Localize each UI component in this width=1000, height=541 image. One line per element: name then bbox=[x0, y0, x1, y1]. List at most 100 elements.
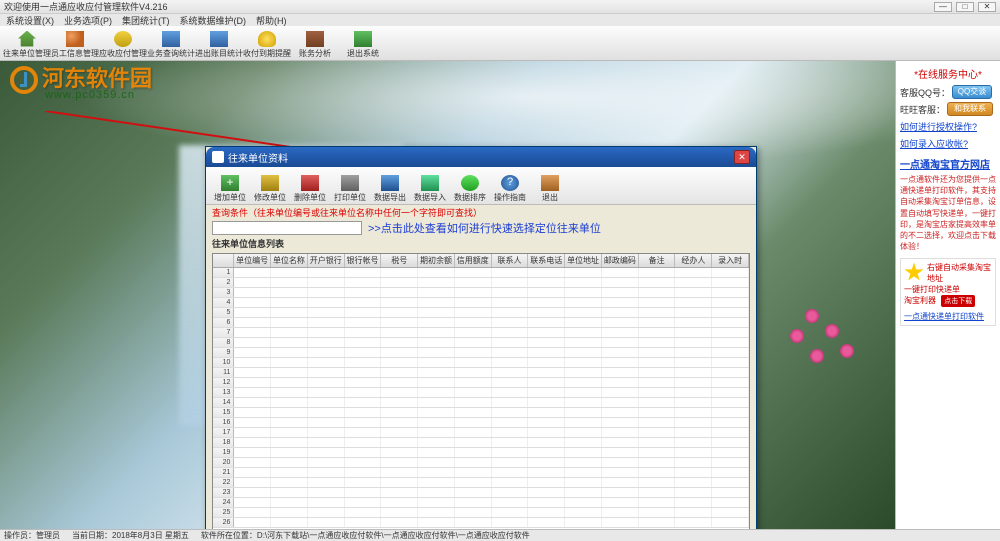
table-row[interactable]: 9 bbox=[213, 348, 749, 358]
service-description: 一点通软件还为您提供一点通快递单打印软件，其支持自动采集淘宝订单信息，设置自动填… bbox=[900, 174, 996, 252]
table-row[interactable]: 20 bbox=[213, 458, 749, 468]
column-header[interactable]: 期初余额 bbox=[418, 254, 455, 267]
dialog-icon bbox=[212, 151, 224, 163]
column-header[interactable]: 联系人 bbox=[492, 254, 529, 267]
help-link-auth[interactable]: 如何进行授权操作? bbox=[900, 120, 996, 133]
dialog-tb-5[interactable]: 数据导入 bbox=[410, 169, 450, 203]
table-row[interactable]: 13 bbox=[213, 388, 749, 398]
dialog-title-bar[interactable]: 往来单位资料 ✕ bbox=[206, 147, 756, 167]
query-condition-label: 查询条件（往来单位编号或往来单位名称中任何一个字符即可查找） bbox=[206, 205, 756, 219]
dialog-title: 往来单位资料 bbox=[228, 150, 734, 165]
table-row[interactable]: 25 bbox=[213, 508, 749, 518]
list-label: 往来单位信息列表 bbox=[206, 237, 756, 251]
column-header[interactable]: 录入时 bbox=[712, 254, 749, 267]
toolbar-4[interactable]: 进出账目统计 bbox=[195, 27, 243, 60]
column-header[interactable]: 单位地址 bbox=[565, 254, 602, 267]
quick-locate-link[interactable]: >>点击此处查看如何进行快速选择定位往来单位 bbox=[368, 220, 601, 236]
title-bar: 欢迎使用一点通应收应付管理软件V4.216 — □ ✕ bbox=[0, 0, 1000, 14]
table-row[interactable]: 24 bbox=[213, 498, 749, 508]
toolbar-icon bbox=[18, 31, 36, 47]
column-header[interactable]: 信用额度 bbox=[455, 254, 492, 267]
toolbar-icon bbox=[210, 31, 228, 47]
minimize-button[interactable]: — bbox=[934, 2, 952, 12]
menu-business[interactable]: 业务选项(P) bbox=[64, 14, 112, 27]
dialog-close-button[interactable]: ✕ bbox=[734, 150, 750, 164]
wangwang-label: 旺旺客服： bbox=[900, 103, 945, 116]
toolbar-2[interactable]: 应收应付管理 bbox=[99, 27, 147, 60]
wangwang-button[interactable]: 和我联系 bbox=[947, 102, 993, 116]
dialog-tb-0[interactable]: 增加单位 bbox=[210, 169, 250, 203]
toolbar-icon bbox=[114, 31, 132, 47]
dialog-tb-2[interactable]: 删除单位 bbox=[290, 169, 330, 203]
table-row[interactable]: 15 bbox=[213, 408, 749, 418]
table-row[interactable]: 23 bbox=[213, 488, 749, 498]
table-row[interactable]: 17 bbox=[213, 428, 749, 438]
dialog-tb-8[interactable]: 退出 bbox=[530, 169, 570, 203]
table-row[interactable]: 21 bbox=[213, 468, 749, 478]
dialog-tb-4[interactable]: 数据导出 bbox=[370, 169, 410, 203]
table-row[interactable]: 4 bbox=[213, 298, 749, 308]
dialog-tb-7[interactable]: 操作指南 bbox=[490, 169, 530, 203]
status-path: 软件所在位置：D:\河东下载站\一点通应收应付软件\一点通应收应付软件\一点通应… bbox=[201, 530, 530, 541]
table-row[interactable]: 2 bbox=[213, 278, 749, 288]
column-header[interactable]: 银行帐号 bbox=[345, 254, 382, 267]
dialog-tb-3[interactable]: 打印单位 bbox=[330, 169, 370, 203]
table-row[interactable]: 19 bbox=[213, 448, 749, 458]
maximize-button[interactable]: □ bbox=[956, 2, 974, 12]
toolbar-7[interactable]: 退出系统 bbox=[339, 27, 387, 60]
table-row[interactable]: 18 bbox=[213, 438, 749, 448]
close-button[interactable]: ✕ bbox=[978, 2, 996, 12]
help-link-receivable[interactable]: 如何录入应收帐? bbox=[900, 137, 996, 150]
table-row[interactable]: 6 bbox=[213, 318, 749, 328]
table-row[interactable]: 10 bbox=[213, 358, 749, 368]
dialog-tb-1[interactable]: 修改单位 bbox=[250, 169, 290, 203]
column-header[interactable]: 单位名称 bbox=[271, 254, 308, 267]
menu-group[interactable]: 集团统计(T) bbox=[122, 14, 170, 27]
toolbar-icon bbox=[162, 31, 180, 47]
toolbar-3[interactable]: 业务查询统计 bbox=[147, 27, 195, 60]
column-header[interactable]: 经办人 bbox=[675, 254, 712, 267]
dialog-tb-icon bbox=[541, 175, 559, 191]
table-row[interactable]: 16 bbox=[213, 418, 749, 428]
table-row[interactable]: 8 bbox=[213, 338, 749, 348]
table-row[interactable]: 12 bbox=[213, 378, 749, 388]
unit-grid[interactable]: 单位编号单位名称开户银行银行帐号税号期初余额信用额度联系人联系电话单位地址邮政编… bbox=[212, 253, 750, 529]
toolbar-5[interactable]: 收付到期提醒 bbox=[243, 27, 291, 60]
toolbar-6[interactable]: 账务分析 bbox=[291, 27, 339, 60]
taobao-shop-link[interactable]: 一点通淘宝官方网店 bbox=[900, 156, 996, 171]
menu-system[interactable]: 系统设置(X) bbox=[6, 14, 54, 27]
toolbar-1[interactable]: 员工信息管理 bbox=[51, 27, 99, 60]
table-row[interactable]: 22 bbox=[213, 478, 749, 488]
dialog-tb-6[interactable]: 数据排序 bbox=[450, 169, 490, 203]
qq-label: 客服QQ号： bbox=[900, 86, 950, 99]
toolbar-icon bbox=[354, 31, 372, 47]
toolbar-0[interactable]: 往来单位管理 bbox=[3, 27, 51, 60]
ad-line2: 一键打印快递单 bbox=[904, 284, 992, 295]
search-input[interactable] bbox=[212, 221, 362, 235]
ad-product-link[interactable]: 一点通快递单打印软件 bbox=[904, 311, 992, 322]
dialog-tb-icon bbox=[381, 175, 399, 191]
column-header[interactable]: 邮政编码 bbox=[602, 254, 639, 267]
download-button[interactable]: 点击下载 bbox=[941, 295, 975, 307]
menu-help[interactable]: 帮助(H) bbox=[256, 14, 287, 27]
column-header[interactable]: 备注 bbox=[639, 254, 676, 267]
table-row[interactable]: 11 bbox=[213, 368, 749, 378]
table-row[interactable]: 7 bbox=[213, 328, 749, 338]
qq-chat-button[interactable]: QQ交谈 bbox=[952, 85, 992, 99]
dialog-tb-icon bbox=[461, 175, 479, 191]
dialog-tb-icon bbox=[261, 175, 279, 191]
menu-data[interactable]: 系统数据维护(D) bbox=[180, 14, 247, 27]
dialog-tb-icon bbox=[301, 175, 319, 191]
column-header[interactable]: 税号 bbox=[381, 254, 418, 267]
unit-info-dialog: 往来单位资料 ✕ 增加单位修改单位删除单位打印单位数据导出数据导入数据排序操作指… bbox=[205, 146, 757, 529]
table-row[interactable]: 14 bbox=[213, 398, 749, 408]
dialog-tb-icon bbox=[501, 175, 519, 191]
table-row[interactable]: 5 bbox=[213, 308, 749, 318]
table-row[interactable]: 26 bbox=[213, 518, 749, 528]
table-row[interactable]: 3 bbox=[213, 288, 749, 298]
column-header[interactable]: 开户银行 bbox=[308, 254, 345, 267]
window-title: 欢迎使用一点通应收应付管理软件V4.216 bbox=[4, 0, 934, 13]
column-header[interactable]: 单位编号 bbox=[234, 254, 271, 267]
table-row[interactable]: 1 bbox=[213, 268, 749, 278]
column-header[interactable]: 联系电话 bbox=[528, 254, 565, 267]
